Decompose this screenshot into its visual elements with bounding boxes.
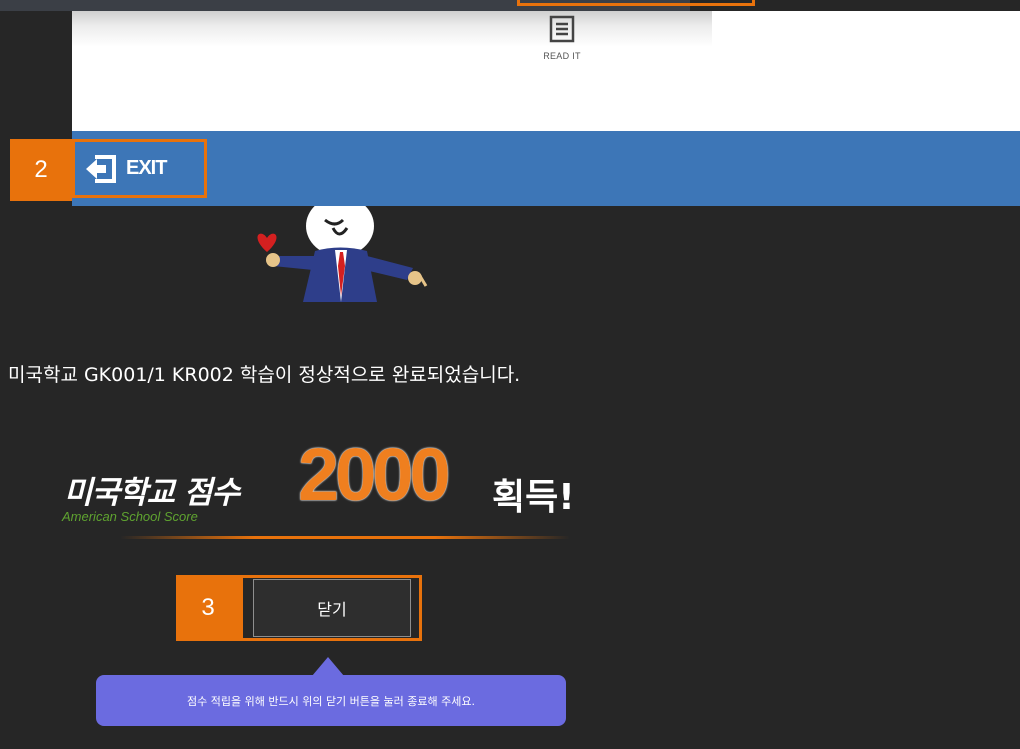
highlight-frame-top bbox=[517, 0, 755, 6]
close-button[interactable]: 닫기 bbox=[253, 579, 411, 637]
read-it-button[interactable]: READ IT bbox=[532, 15, 592, 75]
bottom-toolbar bbox=[72, 131, 1020, 206]
tooltip-arrow bbox=[312, 657, 344, 676]
score-suffix: 획득! bbox=[492, 477, 575, 518]
step-marker-2: 2 bbox=[10, 139, 72, 201]
reader-shadow bbox=[72, 11, 712, 47]
step-marker-3: 3 bbox=[176, 575, 240, 641]
score-label-english: American School Score bbox=[62, 509, 198, 524]
exit-button[interactable]: EXIT bbox=[72, 139, 207, 198]
character-illustration bbox=[257, 206, 428, 302]
document-lines-icon bbox=[549, 15, 575, 43]
score-label-korean: 미국학교 점수 bbox=[64, 475, 240, 511]
reader-panel: READ IT bbox=[72, 11, 1020, 131]
score-value: 2000 bbox=[298, 433, 451, 516]
close-hint-tooltip: 점수 적립을 위해 반드시 위의 닫기 버튼을 눌러 종료해 주세요. bbox=[96, 675, 566, 726]
completion-message: 미국학교 GK001/1 KR002 학습이 정상적으로 완료되었습니다. bbox=[8, 364, 521, 386]
exit-arrow-icon bbox=[86, 154, 116, 183]
exit-label: EXIT bbox=[126, 157, 167, 179]
read-it-label: READ IT bbox=[543, 51, 581, 61]
score-underline bbox=[120, 536, 570, 539]
